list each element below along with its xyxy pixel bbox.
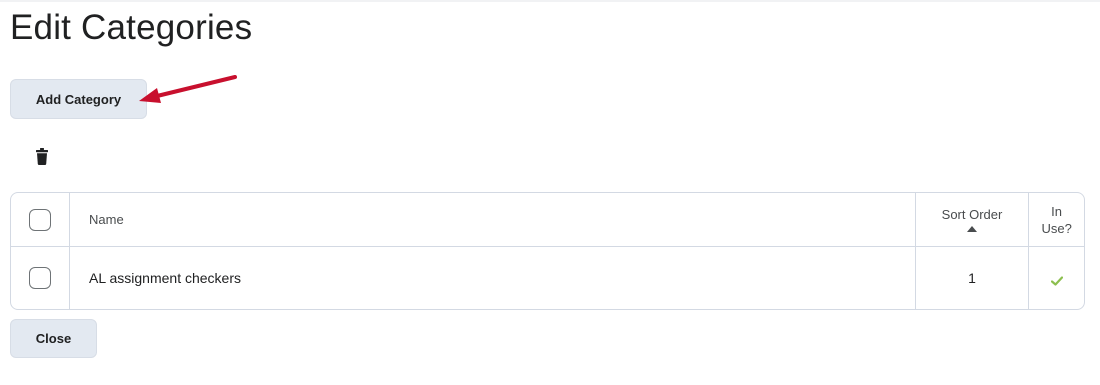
in-use-label-line1: In [1051, 203, 1062, 219]
sort-ascending-icon [967, 226, 977, 232]
categories-table: Name Sort Order In Use? AL assignment ch… [10, 192, 1085, 310]
category-name[interactable]: AL assignment checkers [70, 247, 916, 309]
row-select-cell [11, 247, 70, 309]
in-use-column-header: In Use? [1029, 193, 1084, 246]
close-button[interactable]: Close [10, 319, 97, 358]
sort-order-value: 1 [968, 270, 976, 286]
table-header-row: Name Sort Order In Use? [11, 193, 1084, 247]
add-category-button[interactable]: Add Category [10, 79, 147, 119]
top-rule [0, 0, 1100, 2]
select-all-checkbox[interactable] [29, 208, 51, 231]
name-column-header[interactable]: Name [70, 193, 916, 246]
row-select-checkbox[interactable] [29, 267, 51, 289]
trash-icon-glyph [36, 147, 48, 165]
select-all-cell [11, 193, 70, 246]
in-use-cell [1029, 247, 1084, 309]
checkmark-icon [1050, 276, 1063, 286]
annotation-arrow-icon [139, 75, 237, 103]
in-use-label-line2: Use? [1041, 220, 1072, 236]
table-row: AL assignment checkers 1 [11, 247, 1084, 309]
sort-order-column-header[interactable]: Sort Order [916, 193, 1029, 246]
page-title: Edit Categories [10, 8, 253, 47]
sort-order-label: Sort Order [941, 207, 1003, 222]
trash-icon[interactable] [34, 146, 50, 166]
sort-order-cell: 1 [916, 247, 1029, 309]
